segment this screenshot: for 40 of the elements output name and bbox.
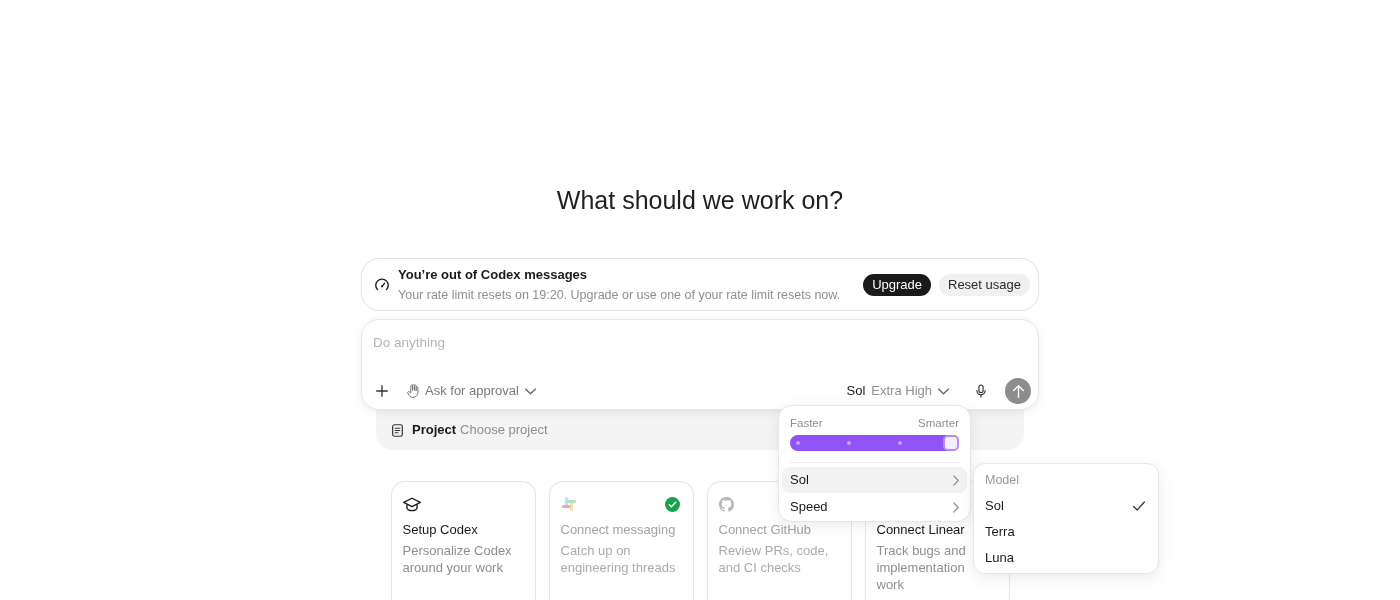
slider-stop-icon <box>898 441 902 445</box>
slider-max-label: Smarter <box>918 416 959 430</box>
hand-icon <box>407 384 419 398</box>
notice-text: Your rate limit resets on 19:20. Upgrade or use one of your rate limit resets now. <box>398 286 841 304</box>
slider-min-label: Faster <box>790 416 823 430</box>
project-picker[interactable]: Project Choose project <box>392 420 548 440</box>
chevron-down-icon <box>938 387 949 395</box>
chevron-down-icon <box>524 387 536 395</box>
arrow-up-icon <box>1012 384 1024 398</box>
card-description: Track bugs and implementation work <box>876 543 966 592</box>
connector-card[interactable]: Setup Codex Personalize Codex around your work <box>390 481 536 600</box>
approval-selector[interactable]: Ask for approval <box>401 379 542 403</box>
hash-logo-icon <box>560 496 577 512</box>
slider-stop-icon <box>847 441 851 445</box>
graduation-cap-icon <box>402 496 421 512</box>
slider-thumb[interactable] <box>943 435 959 451</box>
slider-stop-icon <box>796 441 800 445</box>
page-heading: What should we work on? <box>556 185 844 215</box>
card-title: Setup Codex <box>402 522 478 537</box>
plus-icon <box>376 385 388 397</box>
cat-logo-icon <box>718 496 734 512</box>
card-description: Personalize Codex around your work <box>402 543 512 575</box>
prompt-composer[interactable]: Do anything Ask for approval Sol Extra High <box>361 319 1039 410</box>
chevron-right-icon <box>953 501 959 513</box>
notice-title: You’re out of Codex messages <box>398 265 589 283</box>
card-description: Catch up on engineering threads <box>560 543 676 575</box>
card-title: Connect Linear <box>876 522 965 537</box>
chevron-right-icon <box>953 474 959 486</box>
document-icon <box>392 423 403 437</box>
send-button[interactable] <box>1005 378 1031 404</box>
gauge-icon <box>375 278 389 291</box>
upgrade-button[interactable]: Upgrade <box>863 273 931 296</box>
reset-usage-button[interactable]: Reset usage <box>939 273 1030 296</box>
microphone-icon <box>976 384 986 398</box>
menu-item[interactable]: Sol <box>782 467 967 493</box>
effort-slider-track[interactable] <box>790 435 959 451</box>
card-description: Review PRs, code, and CI checks <box>718 543 829 575</box>
model-selector[interactable]: Sol Extra High <box>840 379 955 403</box>
card-title: Connect messaging <box>560 522 676 537</box>
card-title: Connect GitHub <box>718 522 811 537</box>
